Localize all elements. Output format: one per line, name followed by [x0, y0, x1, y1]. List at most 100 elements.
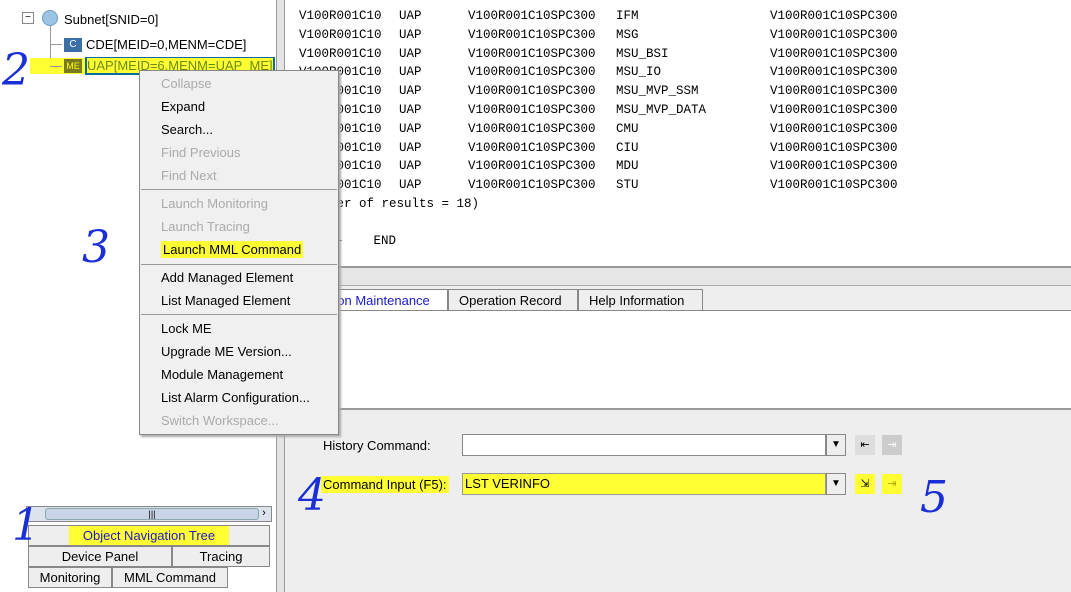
output-cell: UAP — [399, 46, 422, 61]
menu-item-upgrade-me-version[interactable]: Upgrade ME Version... — [161, 342, 292, 362]
output-cell: V100R001C10SPC300 — [770, 159, 898, 174]
annotation-2: 2 — [2, 45, 30, 96]
output-cell: V100R001C10SPC300 — [468, 27, 596, 42]
output-cell: UAP — [399, 159, 422, 174]
menu-item-search[interactable]: Search... — [161, 120, 213, 140]
output-cell: V100R001C10SPC300 — [468, 178, 596, 193]
menu-item-list-managed-element[interactable]: List Managed Element — [161, 291, 290, 311]
tab-tracing[interactable]: Tracing — [172, 546, 270, 567]
me-icon: ME — [64, 59, 82, 73]
history-command-input[interactable] — [462, 434, 826, 456]
history-dropdown-icon[interactable]: ▼ — [826, 434, 846, 456]
scrollbar-thumb[interactable]: ||| — [45, 508, 259, 520]
subnet-icon — [42, 10, 58, 26]
collapse-toggle-icon[interactable]: − — [22, 12, 34, 24]
output-cell: CMU — [616, 121, 639, 136]
history-command-label: History Command: — [323, 438, 431, 453]
tree-node-cde[interactable]: CDE[MEID=0,MENM=CDE] — [86, 37, 246, 52]
history-forward-icon[interactable]: ⇥ — [882, 435, 902, 455]
output-cell: V100R001C10SPC300 — [468, 84, 596, 99]
tab-operation-record[interactable]: Operation Record — [448, 289, 578, 311]
output-cell: UAP — [399, 178, 422, 193]
output-cell: V100R001C10SPC300 — [468, 9, 596, 23]
menu-item-expand[interactable]: Expand — [161, 97, 205, 117]
tab-label: Object Navigation Tree — [68, 526, 230, 545]
menu-item-switch-workspace: Switch Workspace... — [161, 413, 279, 428]
cde-icon: C — [64, 38, 82, 52]
output-cell: MSU_MVP_DATA — [616, 103, 707, 117]
execute-command-icon[interactable]: ⇥ — [882, 474, 902, 494]
output-cell: V100R001C10SPC300 — [770, 84, 898, 99]
output-cell: V100R001C10SPC300 — [770, 27, 898, 42]
tree-line — [50, 44, 62, 45]
menu-item-collapse: Collapse — [161, 76, 212, 91]
output-cell: V100R001C10SPC300 — [770, 46, 898, 61]
menu-item-list-alarm-configuration[interactable]: List Alarm Configuration... — [161, 388, 310, 408]
command-dropdown-icon[interactable]: ▼ — [826, 473, 846, 495]
output-cell: V100R001C10 — [299, 27, 382, 42]
tab-panel — [285, 310, 1071, 408]
output-cell: V100R001C10SPC300 — [770, 178, 898, 193]
context-menu: Collapse Expand Search... Find Previous Find… — [139, 70, 339, 435]
tab-device-panel[interactable]: Device Panel — [28, 546, 172, 567]
tab-mml-command[interactable]: MML Command — [112, 567, 228, 588]
output-cell: V100R001C10SPC300 — [468, 46, 596, 61]
command-input-field[interactable]: LST VERINFO — [462, 473, 826, 495]
output-cell: UAP — [399, 84, 422, 99]
tree-line — [50, 66, 62, 67]
output-cell: MSU_IO — [616, 65, 662, 80]
menu-item-add-managed-element[interactable]: Add Managed Element — [161, 268, 293, 288]
output-cell: UAP — [399, 27, 422, 42]
divider-bar[interactable] — [285, 266, 1071, 286]
output-cell: V100R001C10 — [299, 9, 382, 23]
menu-separator — [141, 189, 337, 190]
output-cell: UAP — [399, 9, 422, 23]
menu-item-launch-mml-command[interactable]: Launch MML Command — [161, 240, 304, 260]
output-cell: V100R001C10SPC300 — [770, 65, 898, 80]
annotation-4: 4 — [298, 470, 326, 521]
command-input-label: Command Input (F5): — [321, 476, 449, 493]
horizontal-scrollbar[interactable]: ||| › — [26, 506, 272, 522]
output-cell: UAP — [399, 103, 422, 117]
tab-help-information[interactable]: Help Information — [578, 289, 703, 311]
output-cell: STU — [616, 178, 639, 193]
mml-output-area: V100R001C10 UAP V100R001C10SPC300 IFM V100R0… — [285, 0, 1071, 266]
output-cell: IFM — [616, 9, 639, 23]
output-cell: MSG — [616, 27, 639, 42]
output-cell: MDU — [616, 159, 639, 174]
menu-separator — [141, 264, 337, 265]
output-cell: V100R001C10SPC300 — [770, 103, 898, 117]
output-cell: CIU — [616, 140, 639, 155]
history-back-icon[interactable]: ⇤ — [855, 435, 875, 455]
output-cell: MSU_MVP_SSM — [616, 84, 699, 99]
output-cell: V100R001C10 — [299, 46, 382, 61]
output-cell: V100R001C10SPC300 — [770, 140, 898, 155]
output-cell: V100R001C10SPC300 — [770, 9, 898, 23]
output-cell: UAP — [399, 140, 422, 155]
menu-item-find-previous: Find Previous — [161, 145, 241, 160]
menu-separator — [141, 314, 337, 315]
output-cell: V100R001C10SPC300 — [468, 103, 596, 117]
annotation-3: 3 — [82, 222, 110, 273]
annotation-1: 1 — [12, 500, 40, 551]
scroll-right-icon[interactable]: › — [257, 507, 271, 521]
command-panel: History Command: ▼ ⇤ ⇥ Command Input (F5… — [285, 408, 1071, 592]
output-cell: V100R001C10SPC300 — [468, 159, 596, 174]
output-cell: UAP — [399, 65, 422, 80]
output-cell: V100R001C10SPC300 — [468, 121, 596, 136]
output-cell: UAP — [399, 121, 422, 136]
output-cell: MSU_BSI — [616, 46, 669, 61]
menu-item-lock-me[interactable]: Lock ME — [161, 319, 212, 339]
menu-item-launch-tracing: Launch Tracing — [161, 219, 250, 234]
output-cell: V100R001C10SPC300 — [468, 140, 596, 155]
output-cell: V100R001C10SPC300 — [770, 121, 898, 136]
command-input-icon[interactable]: ⇲ — [855, 474, 875, 494]
menu-item-label: Launch MML Command — [161, 241, 304, 258]
menu-item-module-management[interactable]: Module Management — [161, 365, 283, 385]
tab-object-navigation-tree[interactable]: Object Navigation Tree — [28, 525, 270, 546]
tab-monitoring[interactable]: Monitoring — [28, 567, 112, 588]
tree-node-subnet[interactable]: Subnet[SNID=0] — [64, 12, 158, 27]
annotation-5: 5 — [920, 472, 948, 523]
menu-item-find-next: Find Next — [161, 168, 217, 183]
output-cell: V100R001C10SPC300 — [468, 65, 596, 80]
